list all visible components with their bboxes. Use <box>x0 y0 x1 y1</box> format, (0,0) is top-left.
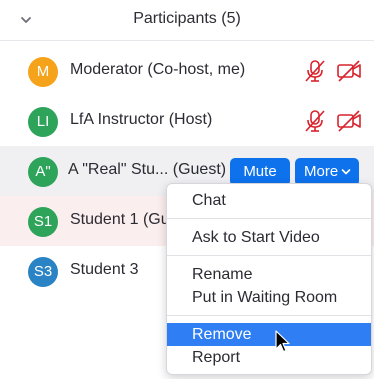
menu-separator <box>167 218 371 219</box>
mic-muted-icon[interactable] <box>302 58 328 84</box>
more-options-menu: Chat Ask to Start Video Rename Put in Wa… <box>166 183 372 375</box>
menu-item-remove[interactable]: Remove <box>167 323 371 346</box>
mouse-pointer-icon <box>275 330 290 353</box>
menu-separator <box>167 315 371 316</box>
more-button[interactable]: More <box>295 158 359 186</box>
menu-separator <box>167 255 371 256</box>
participant-name: LfA Instructor (Host) <box>70 111 213 128</box>
participants-panel: Participants (5) M Moderator (Co-host, m… <box>0 0 374 379</box>
chevron-down-icon <box>341 169 351 175</box>
menu-item-ask-to-start-video[interactable]: Ask to Start Video <box>167 226 371 249</box>
participant-row-instructor[interactable]: LI LfA Instructor (Host) <box>0 96 374 146</box>
participant-row-moderator[interactable]: M Moderator (Co-host, me) <box>0 46 374 96</box>
video-off-icon[interactable] <box>336 58 362 84</box>
panel-title: Participants (5) <box>133 10 241 27</box>
menu-item-chat[interactable]: Chat <box>167 189 371 212</box>
menu-item-report[interactable]: Report <box>167 346 371 369</box>
mute-button[interactable]: Mute <box>230 158 290 186</box>
avatar: M <box>28 57 58 87</box>
avatar: S1 <box>28 207 58 237</box>
avatar: A" <box>28 157 58 187</box>
panel-header: Participants (5) <box>0 0 374 40</box>
video-off-icon[interactable] <box>336 108 362 134</box>
participant-name: Student 1 (Gu <box>70 211 170 228</box>
participant-name: Student 3 <box>70 261 139 278</box>
avatar: LI <box>28 107 58 137</box>
participant-name: A "Real" Stu... (Guest) <box>68 161 227 178</box>
participant-name: Moderator (Co-host, me) <box>70 61 246 78</box>
more-button-label: More <box>304 163 339 180</box>
avatar: S3 <box>28 257 58 287</box>
mic-muted-icon[interactable] <box>302 108 328 134</box>
menu-item-rename[interactable]: Rename <box>167 263 371 286</box>
header-divider <box>0 40 374 41</box>
menu-item-put-in-waiting-room[interactable]: Put in Waiting Room <box>167 286 371 309</box>
